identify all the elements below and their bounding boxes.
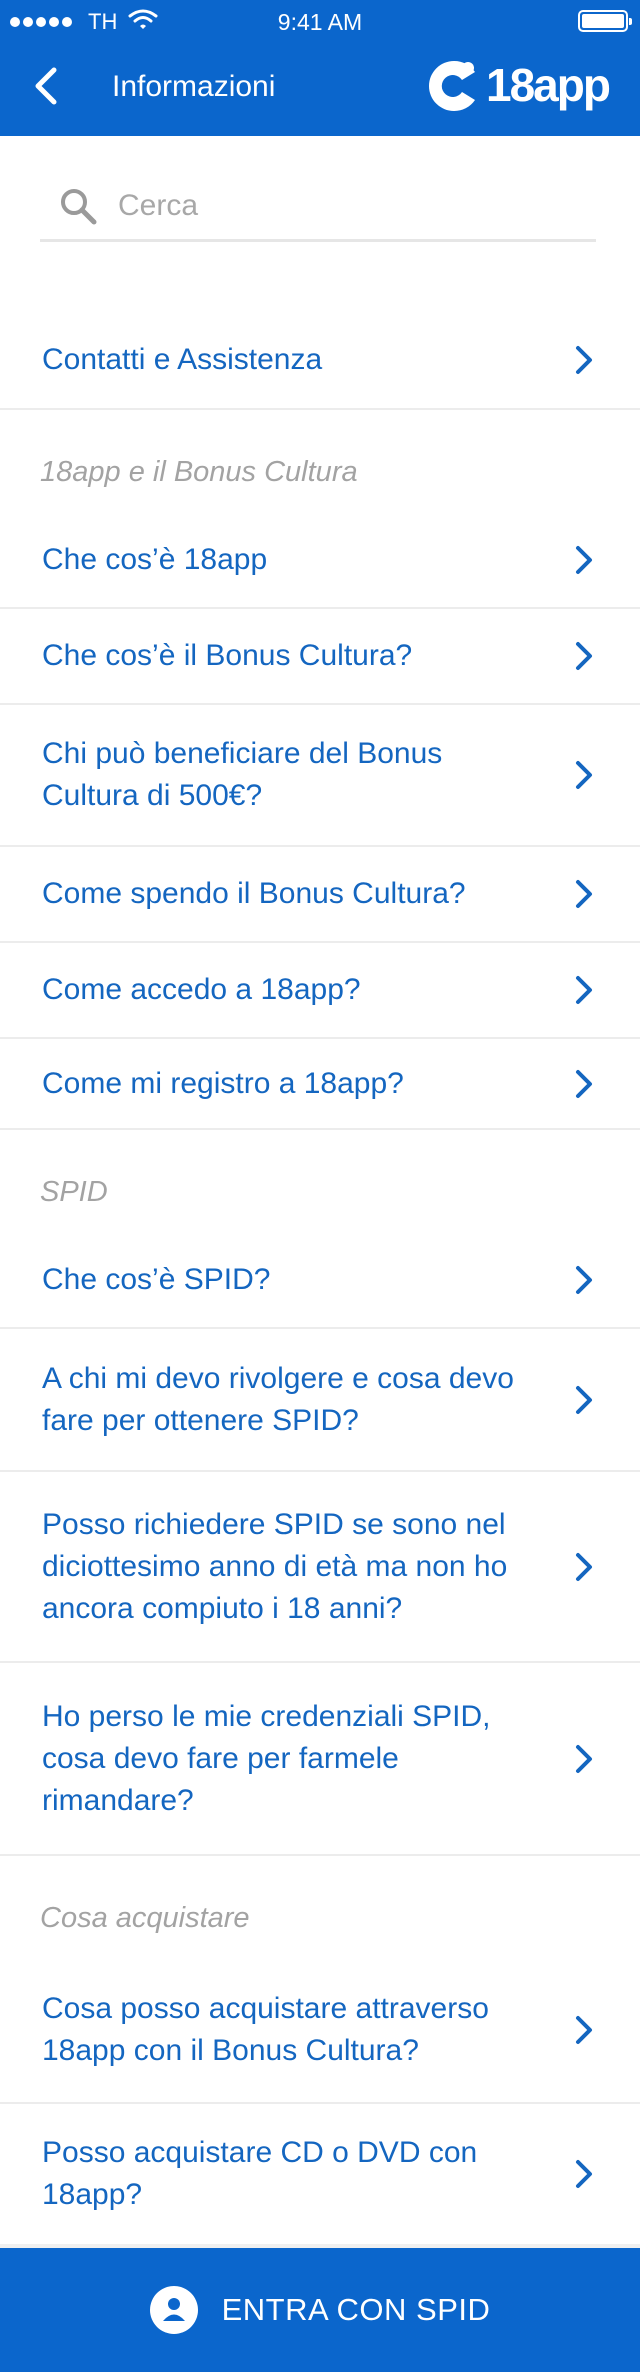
page-title: Informazioni: [112, 70, 276, 103]
list-item[interactable]: Posso acquistare CD o DVD con 18app?: [0, 2104, 640, 2244]
status-bar: TH 9:41 AM: [0, 0, 640, 44]
chevron-right-icon: [576, 761, 592, 789]
chevron-right-icon: [576, 976, 592, 1004]
brand-logo-icon: [428, 60, 475, 112]
list-item-label: Come mi registro a 18app?: [42, 1066, 404, 1100]
list-item-label: Contatti e Assistenza: [42, 343, 323, 376]
list-item-label: Posso richiedere SPID se sono nel diciot…: [42, 1507, 508, 1625]
chevron-right-icon: [576, 2016, 592, 2044]
spid-login-button[interactable]: ENTRA CON SPID: [0, 2244, 640, 2372]
list-item-label: Che cos’è SPID?: [42, 1262, 271, 1296]
section-header: Cosa acquistare: [40, 1902, 250, 1934]
brand-name: 18app: [486, 59, 611, 111]
section-header: SPID: [40, 1176, 108, 1208]
list-item-label: Come spendo il Bonus Cultura?: [42, 877, 466, 910]
list-item-label: Ho perso le mie credenziali SPID, cosa d…: [42, 1699, 491, 1817]
chevron-right-icon: [576, 1385, 592, 1414]
list-item-label: Posso acquistare CD o DVD con 18app?: [42, 2136, 478, 2211]
search-bar: [40, 172, 596, 242]
back-arrow-icon[interactable]: [30, 64, 64, 108]
list-item-label: Chi può beneficiare del Bonus Cultura di…: [42, 737, 443, 812]
list-item[interactable]: Ho perso le mie credenziali SPID, cosa d…: [0, 1663, 640, 1856]
list-item[interactable]: Che cos’è il Bonus Cultura?: [0, 609, 640, 705]
chevron-right-icon: [576, 1744, 592, 1773]
chevron-right-icon: [576, 346, 592, 374]
search-input[interactable]: [118, 184, 578, 228]
chevron-right-icon: [576, 2160, 592, 2188]
battery-icon: [578, 10, 632, 32]
user-icon: [149, 2286, 198, 2334]
chevron-right-icon: [576, 545, 592, 574]
chevron-right-icon: [576, 880, 592, 908]
list-item[interactable]: Cosa posso acquistare attraverso 18app c…: [0, 1958, 640, 2104]
list-item-label: Che cos’è il Bonus Cultura?: [42, 639, 413, 672]
list-item-contatti[interactable]: Contatti e Assistenza: [0, 312, 640, 410]
list-item[interactable]: Come accedo a 18app?: [0, 943, 640, 1039]
list-item[interactable]: Che cos’è SPID?: [0, 1232, 640, 1329]
search-icon: [61, 189, 97, 225]
list-item[interactable]: Che cos’è 18app: [0, 512, 640, 609]
app-header: TH 9:41 AM Informazioni 18app: [0, 0, 640, 136]
chevron-right-icon: [576, 1265, 592, 1294]
chevron-right-icon: [576, 1069, 592, 1098]
list-item-label: Come accedo a 18app?: [42, 973, 361, 1006]
chevron-right-icon: [576, 642, 592, 670]
list-item[interactable]: A chi mi devo rivolgere e cosa devo fare…: [0, 1329, 640, 1472]
section-header: 18app e il Bonus Cultura: [40, 456, 358, 488]
list-item[interactable]: Come mi registro a 18app?: [0, 1039, 640, 1130]
list-item-label: Che cos’è 18app: [42, 542, 268, 576]
chevron-right-icon: [576, 1552, 592, 1581]
list-item-label: A chi mi devo rivolgere e cosa devo fare…: [42, 1361, 514, 1437]
list-item[interactable]: Come spendo il Bonus Cultura?: [0, 847, 640, 943]
list-item[interactable]: Posso richiedere SPID se sono nel diciot…: [0, 1472, 640, 1663]
status-time: 9:41 AM: [277, 9, 363, 35]
list-item[interactable]: Chi può beneficiare del Bonus Cultura di…: [0, 705, 640, 847]
spid-login-label: ENTRA CON SPID: [221, 2292, 491, 2327]
list-item-label: Cosa posso acquistare attraverso 18app c…: [42, 1992, 489, 2067]
